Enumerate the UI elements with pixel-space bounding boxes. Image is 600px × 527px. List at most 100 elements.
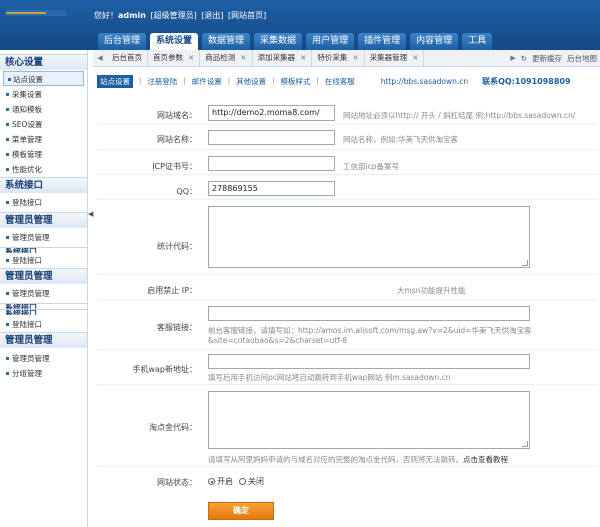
page-tab-home-params[interactable]: 首页参数 × (148, 50, 201, 66)
form-row-ip: 启用禁止 IP： 大msn功能提升性能 (97, 275, 597, 300)
sidebar-item-login-api[interactable]: 登陆接口 (0, 195, 87, 210)
taoke-code-textarea[interactable] (208, 391, 530, 449)
nav-tab-content[interactable]: 内容管理 (410, 33, 459, 50)
page-tab-label: 添加采集器 (257, 53, 296, 62)
sidebar-item-login-api-2[interactable]: 登陆接口 (0, 253, 87, 268)
stats-code-textarea[interactable] (208, 206, 530, 268)
page-tab-goods-check[interactable]: 商品检测 × (200, 50, 253, 66)
page-tab-special-collect[interactable]: 特价采集 × (312, 50, 365, 66)
status-close-radio[interactable]: 关闭 (239, 476, 264, 487)
page-tab-collector-manage[interactable]: 采集器管理 × (365, 50, 425, 66)
taoke-code-label: 淘点金代码： (149, 423, 197, 432)
status-open-radio[interactable]: 开启 (208, 476, 233, 487)
site-url-link[interactable]: http://bbs.sasadown.cn (381, 77, 468, 86)
domain-hint: 网站地址必须以http:// 开头 / 斜杠结尾 例:http://bbs.sa… (343, 111, 576, 120)
page-tab-bar: ◀ 后台首页 首页参数 × 商品检测 × 添加采集器 × 特价采集 × 采集器管理 × ▶… (93, 50, 600, 67)
logout-link[interactable]: [退出] (201, 11, 223, 20)
home-link[interactable]: [网站首页] (228, 11, 266, 20)
wap-url-input[interactable] (208, 354, 530, 369)
sidebar-item-collect-settings[interactable]: 采集设置 (0, 87, 87, 102)
sidebar-item-template[interactable]: 模板管理 (0, 147, 87, 162)
domain-input[interactable]: http://demo2.moma8.com/ (208, 105, 335, 121)
subnav-template-style[interactable]: 模板样式 (280, 76, 310, 87)
subnav-mail[interactable]: 邮件设置 (192, 76, 222, 87)
close-icon[interactable]: × (412, 50, 418, 66)
sidebar-item-group[interactable]: 分组管理 (0, 366, 87, 381)
nav-tab-users[interactable]: 用户管理 (306, 33, 355, 50)
page-tab-label: 商品检测 (205, 53, 236, 62)
page-tab-add-collector[interactable]: 添加采集器 × (253, 50, 313, 66)
sidebar-item-notice-template[interactable]: 通知模板 (0, 102, 87, 117)
form-row-name: 网站名称： 网站名称，例如:华美飞天供淘宝客 (97, 125, 597, 150)
sidebar-section-admin-2[interactable]: 管理员管理 (0, 268, 87, 284)
close-icon[interactable]: × (352, 50, 358, 66)
subnav-online-service[interactable]: 在线客服 (325, 76, 355, 87)
form-row-status: 网站状态： 开启 关闭 (97, 467, 597, 492)
logo (6, 10, 66, 16)
sidebar: 核心设置 站点设置 采集设置 通知模板 SEO设置 菜单管理 模板管理 性能优化… (0, 50, 88, 527)
nav-tab-admin[interactable]: 后台管理 (98, 33, 147, 50)
form-row-icp: ICP证书号： 工信部icp备案号 (97, 150, 597, 175)
sidebar-section-login[interactable]: 系统接口 (0, 177, 87, 193)
chevron-left-icon: ◀ (88, 210, 94, 218)
sidebar-section-core[interactable]: 核心设置 (0, 54, 87, 70)
icp-input[interactable] (208, 156, 335, 171)
service-link-hint: 前台客服链接，请填写如：http://amos.im.alisoft.com/m… (208, 326, 532, 335)
service-link-hint-cont: &site=cntaobao&s=2&charset=utf-8 (208, 336, 347, 345)
wap-url-label: 手机wap新地址： (132, 365, 197, 374)
site-name-input[interactable] (208, 130, 335, 145)
cache-link[interactable]: 更新缓存 (532, 53, 562, 64)
sidebar-item-menu[interactable]: 菜单管理 (0, 132, 87, 147)
divider: | (316, 77, 319, 85)
service-link-input[interactable] (208, 306, 530, 321)
radio-unchecked-icon (239, 478, 246, 485)
sidebar-collapse-handle[interactable]: ◀ (88, 210, 94, 240)
chevron-left-icon[interactable]: ◀ (93, 54, 107, 62)
close-icon[interactable]: × (300, 50, 306, 66)
tutorial-link[interactable]: 点击查看教程 (463, 455, 508, 464)
close-icon[interactable]: × (240, 50, 246, 66)
username: admin (118, 11, 146, 20)
submit-button[interactable]: 确定 (208, 502, 274, 520)
status-close-label: 关闭 (248, 477, 264, 486)
page-tab-label: 特价采集 (317, 53, 348, 62)
sidebar-item-site-settings[interactable]: 站点设置 (3, 71, 84, 86)
form-row-wap: 手机wap新地址： 填写后用手机访问pc网站将自动跳转到手机wap网站 例m.s… (97, 350, 597, 385)
radio-checked-icon (208, 478, 215, 485)
sidebar-item-login-api-3[interactable]: 登陆接口 (0, 317, 87, 332)
nav-tab-collect[interactable]: 采集数据 (254, 33, 303, 50)
divider: | (183, 77, 186, 85)
sidebar-item-seo[interactable]: SEO设置 (0, 117, 87, 132)
sidebar-item-admin[interactable]: 管理员管理 (0, 230, 87, 245)
refresh-icon[interactable]: ↻ (521, 54, 527, 63)
sidebar-section-admin[interactable]: 管理员管理 (0, 212, 87, 228)
taoke-hint-text: 请填写从阿里妈妈申请的与域名对应的完整的淘点金代码，否则将无法跳转。 (208, 455, 463, 464)
sidebar-section-collapsed-3[interactable]: 系统接口 (0, 309, 87, 315)
sidebar-item-admin-2[interactable]: 管理员管理 (0, 286, 87, 301)
site-status-label: 网站状态： (157, 478, 197, 487)
sidebar-item-performance[interactable]: 性能优化 (0, 162, 87, 177)
page-tab-home[interactable]: 后台首页 (107, 50, 148, 66)
ip-ban-label: 启用禁止 IP： (147, 286, 197, 295)
nav-tab-plugins[interactable]: 插件管理 (358, 33, 407, 50)
role-badge: [超级管理员] (150, 11, 197, 20)
nav-tab-data[interactable]: 数据管理 (202, 33, 251, 50)
subnav-register-login[interactable]: 注册登陆 (147, 76, 177, 87)
welcome-bar: 您好！admin [超级管理员] [退出] [网站首页] (94, 10, 266, 21)
main-nav: 后台管理 系统设置 数据管理 采集数据 用户管理 插件管理 内容管理 工具 (98, 33, 493, 50)
nav-tab-tools[interactable]: 工具 (462, 33, 493, 50)
close-icon[interactable]: × (188, 50, 194, 66)
qq-input[interactable]: 278869155 (208, 181, 335, 196)
welcome-text: 您好！ (94, 11, 118, 20)
subnav-other[interactable]: 其他设置 (236, 76, 266, 87)
site-name-hint: 网站名称，例如:华美飞天供淘宝客 (343, 135, 459, 144)
subnav-site-settings[interactable]: 站点设置 (97, 74, 133, 88)
page-tab-label: 首页参数 (153, 53, 183, 62)
wap-url-hint: 填写后用手机访问pc网站将自动跳转到手机wap网站 例m.sasadown.cn (208, 373, 451, 382)
sitemap-link[interactable]: 后台地图 (567, 53, 597, 64)
nav-tab-system[interactable]: 系统设置 (150, 33, 199, 50)
form-row-taoke: 淘点金代码： 请填写从阿里妈妈申请的与域名对应的完整的淘点金代码，否则将无法跳转… (97, 385, 597, 467)
chevron-right-icon[interactable]: ▶ (510, 54, 515, 62)
sidebar-item-admin-3[interactable]: 管理员管理 (0, 351, 87, 366)
sidebar-section-admin-3[interactable]: 管理员管理 (0, 332, 87, 348)
